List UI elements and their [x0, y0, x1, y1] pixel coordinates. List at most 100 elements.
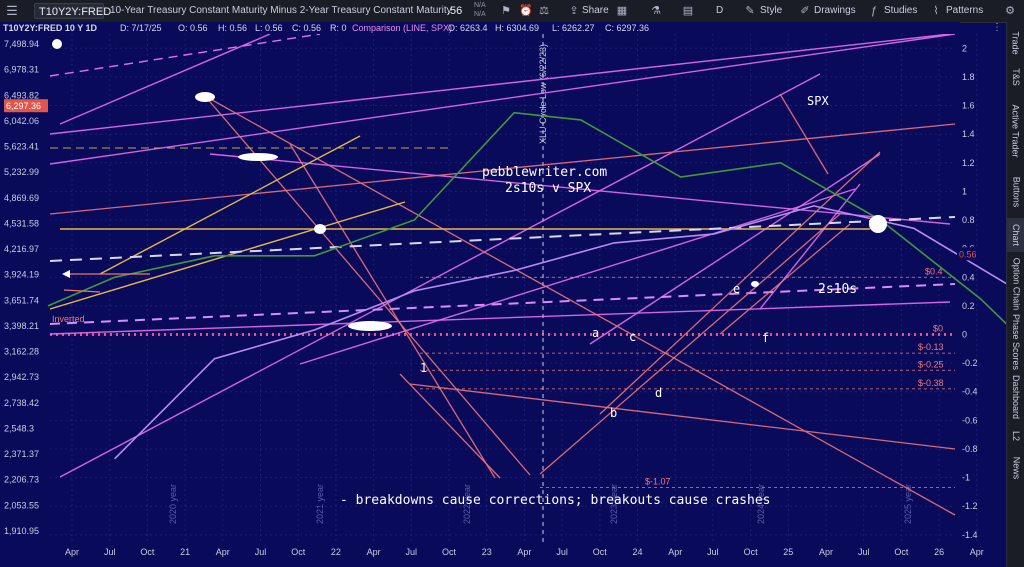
studies-icon[interactable]: ƒ [866, 3, 882, 19]
x-tick-label: Jul [406, 547, 418, 557]
x-tick-label: Apr [517, 547, 531, 557]
settings-icon[interactable]: ⚙ [1002, 3, 1018, 19]
menu-icon[interactable]: ☰ [4, 4, 20, 18]
right-axis-tick: -0.4 [962, 387, 978, 397]
right-axis-tick: 0.2 [962, 301, 975, 311]
scale-icon[interactable]: ⚖ [536, 3, 552, 19]
period-button[interactable]: D [716, 2, 723, 20]
side-tab-label: Trade [1011, 31, 1021, 55]
left-axis-tick: 4,869.69 [4, 193, 39, 203]
right-axis-tick: -0.8 [962, 444, 978, 454]
side-tab-label: Buttons [1011, 176, 1021, 208]
timeline-bar [0, 560, 1006, 567]
comparison-label: Comparison (LINE, SPX) [352, 23, 453, 33]
x-tick-label: Apr [216, 547, 230, 557]
right-axis-tick: 0.8 [962, 215, 975, 225]
spx-price-text: 6,297.36 [6, 101, 41, 111]
side-tab-l2[interactable]: L2 [1007, 426, 1024, 446]
wave-label: b [610, 406, 617, 420]
bid-value: N/A [474, 2, 486, 9]
side-tabs: Trade T&S Active Trader Buttons Chart Option … [1006, 22, 1024, 567]
right-axis-tick: 2 [962, 43, 967, 53]
highlight-ellipse [238, 153, 278, 161]
x-tick-label: 26 [934, 547, 944, 557]
x-tick-label: Oct [744, 547, 759, 557]
side-tab-dashboard[interactable]: Dashboard [1007, 372, 1024, 422]
left-axis-tick: 6,042.06 [4, 116, 39, 126]
watermark-site: pebblewriter.com [482, 165, 607, 180]
x-tick-label: Jul [858, 547, 870, 557]
side-tab-phase-scores[interactable]: Phase Scores [1007, 313, 1024, 371]
x-tick-label: 23 [482, 547, 492, 557]
left-axis-tick: 7,498.94 [4, 39, 39, 49]
left-axis-tick: 4,216.97 [4, 244, 39, 254]
flask-icon[interactable]: ⚗ [648, 3, 664, 19]
left-axis-tick: 3,924.19 [4, 270, 39, 280]
patterns-button[interactable]: Patterns [946, 2, 983, 20]
side-tab-label: Active Trader [1011, 104, 1021, 158]
x-tick-label: Oct [140, 547, 155, 557]
alarm-icon[interactable]: ⏰ [518, 3, 534, 19]
side-tab-news[interactable]: News [1007, 450, 1024, 486]
side-tab-chart[interactable]: Chart [1007, 218, 1024, 252]
left-axis-tick: 5,623.41 [4, 142, 39, 152]
bottom-note: - breakdowns cause corrections; breakout… [340, 493, 770, 508]
chart-canvas[interactable]: Apr Jul Oct 21 Apr Jul Oct 22 Apr Jul Oct 23 Apr Jul O… [0, 34, 1006, 567]
calendar-icon[interactable]: ▤ [680, 3, 696, 19]
side-tab-option-chain[interactable]: Option Chain [1007, 256, 1024, 312]
x-tick-label: Apr [668, 547, 682, 557]
left-axis-tick: 6,493.82 [4, 90, 39, 100]
grid-icon[interactable]: ▦ [614, 3, 630, 19]
side-tab-buttons[interactable]: Buttons [1007, 170, 1024, 214]
right-axis-tick: -0.6 [962, 415, 978, 425]
flag-icon[interactable]: ⚑ [498, 3, 514, 19]
level-label: $-0.25 [918, 359, 944, 369]
side-tab-label: Phase Scores [1011, 313, 1021, 371]
right-axis-tick: 1.8 [962, 72, 975, 82]
x-tick-label: Oct [442, 547, 457, 557]
x-tick-label: Jul [556, 547, 568, 557]
left-axis-tick: 2,371.37 [4, 449, 39, 459]
left-axis-tick: 2,548.3 [4, 423, 34, 433]
side-tab-active-trader[interactable]: Active Trader [1007, 96, 1024, 166]
patterns-icon[interactable]: ⌇ [928, 3, 944, 19]
side-tab-label: Dashboard [1011, 374, 1021, 420]
right-axis-tick: 1.2 [962, 158, 975, 168]
side-tab-trade[interactable]: Trade [1007, 28, 1024, 58]
spread-price-text: 0.56 [959, 249, 977, 259]
side-tab-label: Chart [1011, 223, 1022, 247]
left-axis-tick: 2,942.73 [4, 372, 39, 382]
info-r: R: 0 [330, 23, 347, 33]
x-tick-label: Jul [707, 547, 719, 557]
drawings-button[interactable]: Drawings [814, 2, 856, 20]
watermark-subtitle: 2s10s v SPX [505, 181, 591, 196]
right-axis-tick: -1.4 [962, 530, 978, 540]
side-tab-label: T&S [1010, 68, 1021, 86]
spx-label: SPX [807, 94, 829, 108]
highlight-ellipse [348, 321, 392, 331]
wave-label: 1 [420, 361, 427, 375]
style-icon[interactable]: ✎ [742, 3, 758, 19]
left-axis-tick: 2,053.55 [4, 500, 39, 510]
studies-button[interactable]: Studies [884, 2, 917, 20]
right-axis-tick: 0 [962, 330, 967, 340]
share-button[interactable]: Share [582, 2, 609, 20]
left-axis-tick: 3,651.74 [4, 295, 39, 305]
cmp-close: C: 6297.36 [605, 23, 650, 33]
left-axis-tick: 4,531.58 [4, 218, 39, 228]
x-tick-label: Apr [970, 547, 984, 557]
share-icon[interactable]: ⇪ [566, 3, 582, 19]
right-axis-tick: -1.2 [962, 501, 978, 511]
x-tick-label: 21 [180, 547, 190, 557]
side-tab-label: L2 [1010, 430, 1021, 442]
side-tab-label: Option Chain [1011, 257, 1022, 311]
spread-label: 2s10s [818, 282, 857, 297]
drawings-icon[interactable]: ✐ [797, 3, 813, 19]
left-axis-tick: 6,978.31 [4, 65, 39, 75]
side-tab-t-s[interactable]: T&S [1007, 62, 1024, 92]
style-button[interactable]: Style [760, 2, 782, 20]
level-label: $-0.38 [918, 378, 944, 388]
info-open: O: 0.56 [178, 23, 208, 33]
symbol-input[interactable]: T10Y2Y:FRED [34, 3, 111, 19]
chart-info-bar: T10Y2Y:FRED 10 Y 1D D: 7/17/25 O: 0.56 H… [0, 22, 960, 34]
